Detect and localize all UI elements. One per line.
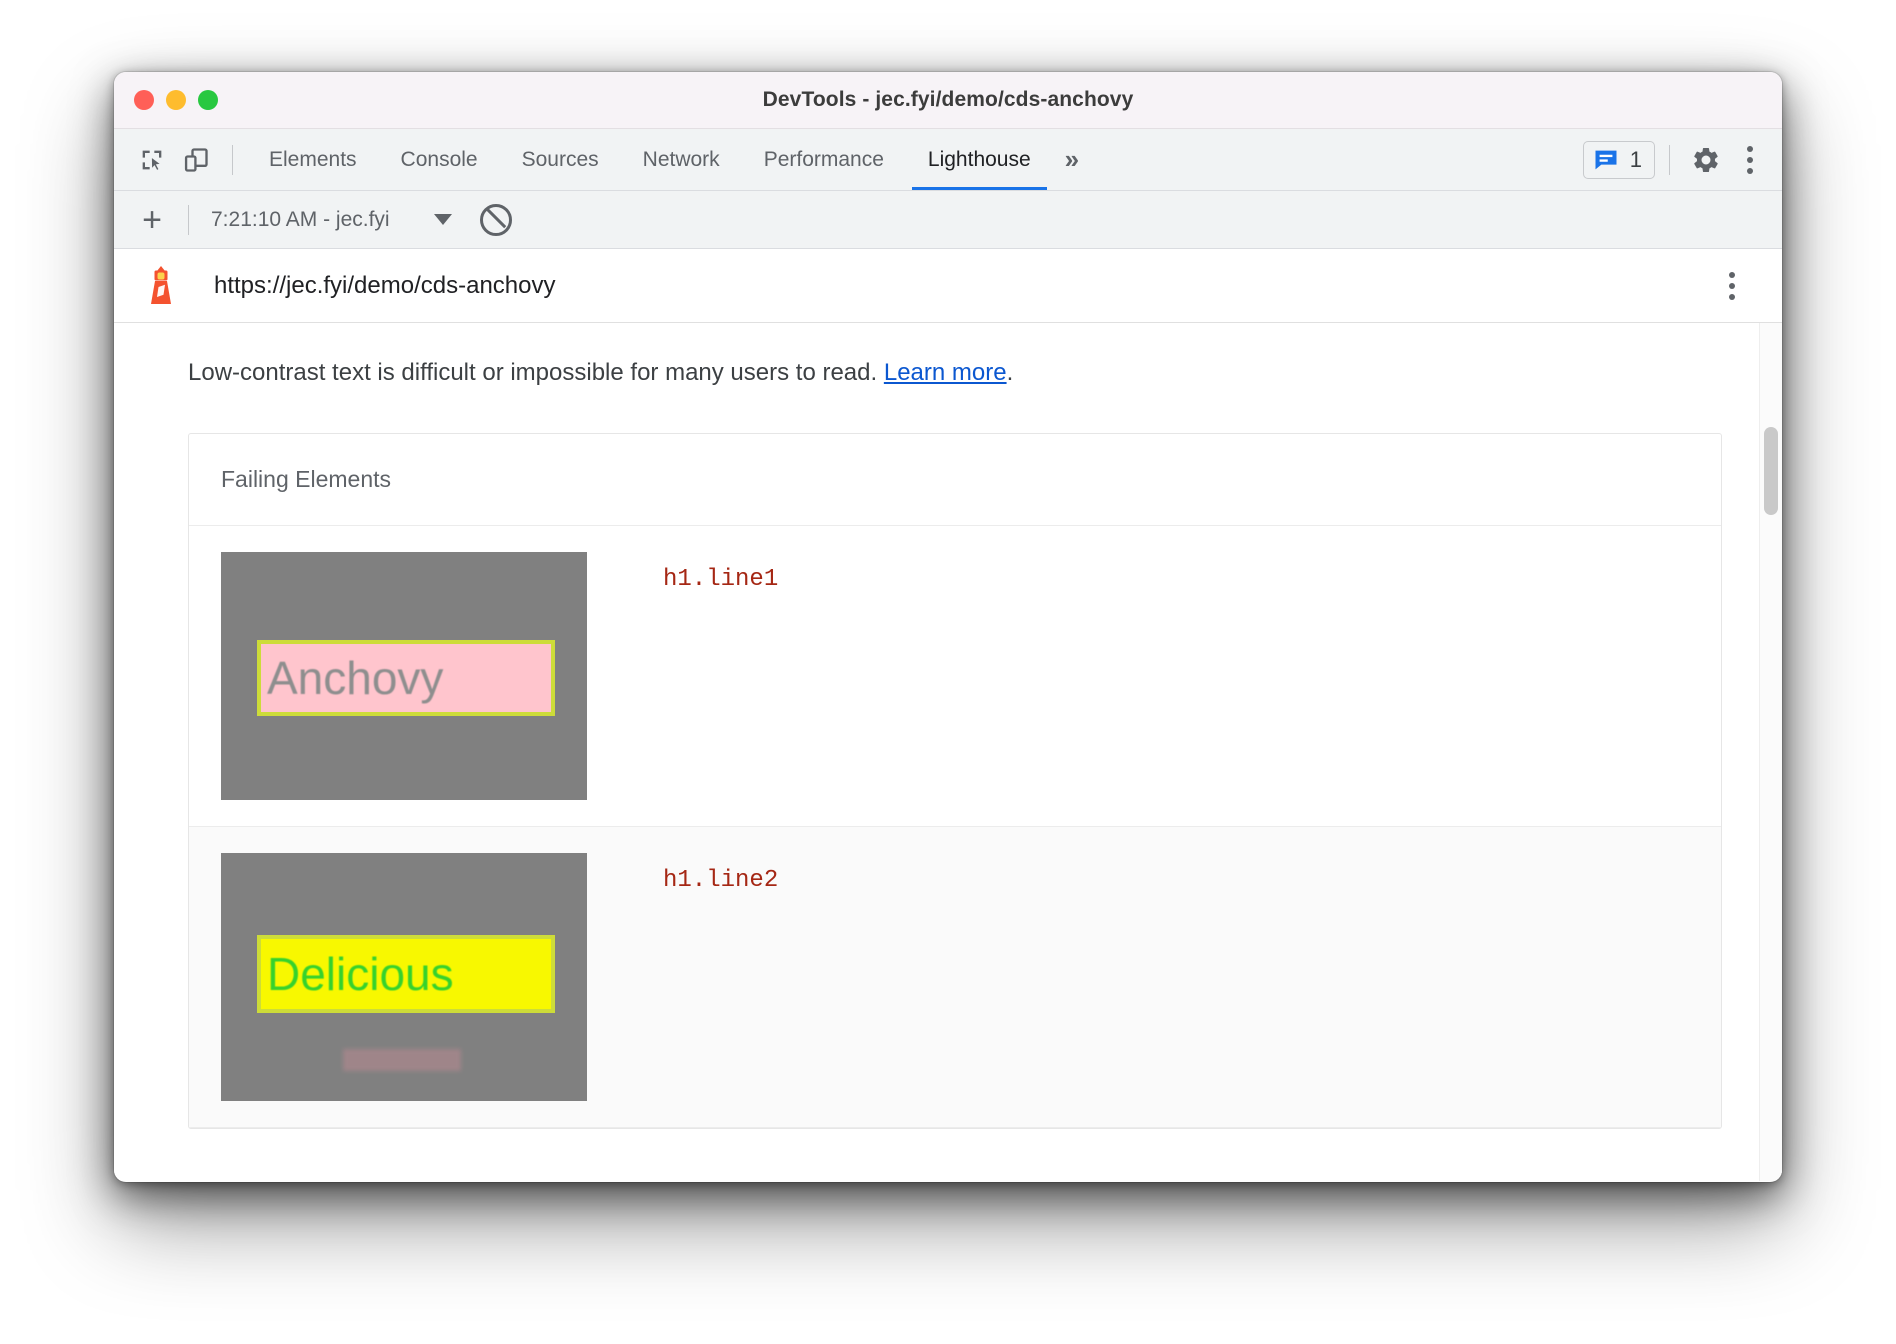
window-title: DevTools - jec.fyi/demo/cds-anchovy [114, 88, 1782, 112]
failing-elements-card: Failing Elements Anchovy h1.line1 Del [188, 433, 1722, 1129]
subtoolbar-separator [188, 205, 189, 235]
element-screenshot-thumbnail[interactable]: Anchovy [221, 552, 587, 800]
learn-more-link[interactable]: Learn more [884, 359, 1007, 386]
gear-icon [1691, 145, 1721, 175]
devtools-window: DevTools - jec.fyi/demo/cds-anchovy [114, 72, 1782, 1182]
element-selector: h1.line2 [587, 853, 778, 894]
settings-button[interactable] [1684, 138, 1728, 182]
zoom-window-button[interactable] [198, 90, 218, 110]
minimize-window-button[interactable] [166, 90, 186, 110]
traffic-lights [134, 90, 218, 110]
report-url: https://jec.fyi/demo/cds-anchovy [214, 272, 555, 300]
window-titlebar: DevTools - jec.fyi/demo/cds-anchovy [114, 72, 1782, 129]
element-selector: h1.line1 [587, 552, 778, 593]
device-toolbar-icon [182, 146, 210, 174]
element-screenshot-thumbnail[interactable]: Delicious [221, 853, 587, 1101]
new-report-button[interactable]: + [130, 203, 174, 237]
toolbar-separator-right [1669, 145, 1670, 175]
tab-elements[interactable]: Elements [247, 129, 379, 190]
more-tabs-button[interactable]: » [1053, 144, 1097, 175]
tab-performance[interactable]: Performance [742, 129, 906, 190]
element-thumbnail-text: Delicious [261, 947, 454, 1001]
table-row[interactable]: Anchovy h1.line1 [189, 526, 1721, 827]
report-run-selector[interactable]: 7:21:10 AM - jec.fyi [203, 208, 452, 232]
issues-count: 1 [1630, 147, 1642, 173]
toolbar-separator [232, 145, 233, 175]
report-options-button[interactable] [1710, 264, 1754, 308]
close-window-button[interactable] [134, 90, 154, 110]
devtools-main-menu-button[interactable] [1728, 138, 1772, 182]
report-run-label: 7:21:10 AM - jec.fyi [211, 208, 390, 232]
panel-tabs: Elements Console Sources Network Perform… [247, 129, 1053, 190]
element-highlight-box: Delicious [257, 935, 555, 1013]
device-toolbar-button[interactable] [174, 138, 218, 182]
clear-reports-button[interactable] [480, 204, 512, 236]
tab-console[interactable]: Console [379, 129, 500, 190]
chevron-down-icon[interactable] [434, 214, 452, 225]
report-scrollbar-thumb[interactable] [1764, 427, 1778, 515]
report-content: Low-contrast text is difficult or imposs… [114, 323, 1782, 1129]
tab-label: Console [401, 148, 478, 172]
report-body: Low-contrast text is difficult or imposs… [114, 323, 1782, 1181]
element-thumbnail-text: Anchovy [261, 651, 443, 705]
lighthouse-icon [142, 264, 180, 308]
tab-label: Elements [269, 148, 357, 172]
tab-label: Sources [522, 148, 599, 172]
issues-counter-button[interactable]: 1 [1583, 141, 1655, 179]
lighthouse-subtoolbar: + 7:21:10 AM - jec.fyi [114, 191, 1782, 249]
inspect-element-icon [138, 146, 166, 174]
tab-network[interactable]: Network [621, 129, 742, 190]
table-row[interactable]: Delicious h1.line2 [189, 827, 1721, 1128]
element-highlight-box: Anchovy [257, 640, 555, 716]
issues-message-icon [1592, 146, 1620, 174]
audit-description-text: Low-contrast text is difficult or imposs… [188, 359, 884, 386]
audit-description-period: . [1007, 359, 1014, 386]
failing-elements-title: Failing Elements [189, 434, 1721, 526]
devtools-tabstrip: Elements Console Sources Network Perform… [114, 129, 1782, 191]
tab-lighthouse[interactable]: Lighthouse [906, 129, 1053, 190]
kebab-menu-icon [1729, 272, 1735, 300]
tab-label: Lighthouse [928, 148, 1031, 172]
screenshot-root: DevTools - jec.fyi/demo/cds-anchovy [0, 0, 1896, 1344]
thumbnail-ghost-text [343, 1049, 461, 1071]
kebab-menu-icon [1747, 146, 1753, 174]
tab-label: Network [643, 148, 720, 172]
audit-description: Low-contrast text is difficult or imposs… [114, 323, 1782, 387]
tab-label: Performance [764, 148, 884, 172]
report-urlbar: https://jec.fyi/demo/cds-anchovy [114, 249, 1782, 323]
tab-sources[interactable]: Sources [500, 129, 621, 190]
report-scrollbar[interactable] [1759, 323, 1782, 1181]
inspect-element-button[interactable] [130, 138, 174, 182]
